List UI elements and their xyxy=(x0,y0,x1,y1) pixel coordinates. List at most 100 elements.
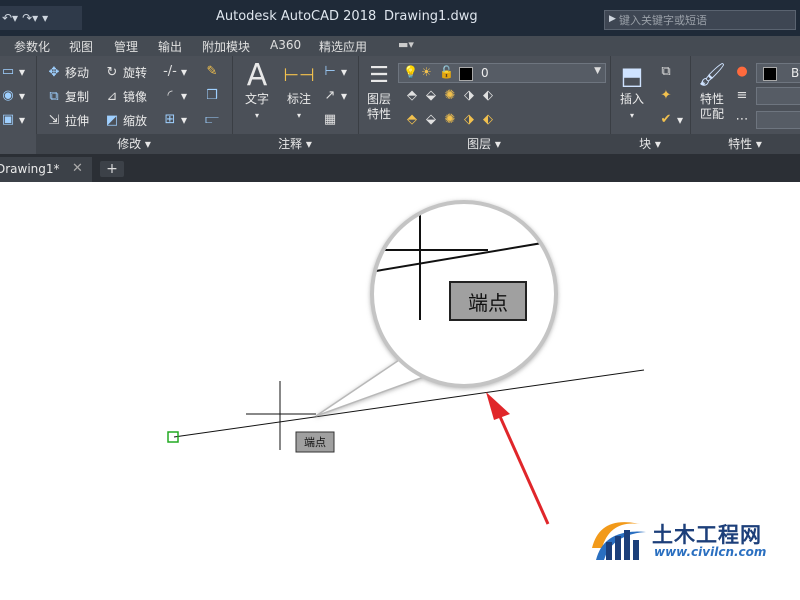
layer-unlock-icon: 🔓 xyxy=(439,65,454,79)
fillet-button[interactable]: ◜ ▾ xyxy=(162,88,187,104)
offset-button[interactable]: ⫍ xyxy=(204,112,220,128)
color-value: By xyxy=(791,66,800,80)
tab-addins[interactable]: 附加模块 xyxy=(202,38,250,55)
layer-stack-icon: ☰ xyxy=(369,63,389,88)
edit-block-button[interactable]: ✦ xyxy=(658,88,674,104)
trim-button[interactable]: -/- ▾ xyxy=(162,64,187,80)
watermark-url: www.civilcn.com xyxy=(654,545,767,559)
scale-button[interactable]: ◩ 缩放 xyxy=(104,112,147,129)
stretch-icon: ⇲ xyxy=(48,112,60,128)
lineweight-dropdown[interactable] xyxy=(756,87,800,105)
match-properties-icon: 🖌 xyxy=(698,63,726,88)
title-bar: ↶▾ ↷▾ ▾ Autodesk AutoCAD 2018 Drawing1.d… xyxy=(0,0,800,36)
undo-icon[interactable]: ↶▾ xyxy=(2,11,18,25)
tab-view[interactable]: 视图 xyxy=(69,38,93,55)
search-input[interactable] xyxy=(619,12,791,28)
block-attr-icon: ✔ xyxy=(660,112,672,127)
tab-featured-apps[interactable]: 精选应用 xyxy=(319,38,367,55)
leader-icon: ↗ xyxy=(324,88,336,103)
fillet-icon: ◜ xyxy=(167,88,173,103)
linear-dim-icon: ⊢ xyxy=(324,64,336,79)
document-tab[interactable]: Drawing1* ✕ xyxy=(0,157,92,182)
draw-panel-partial: ▭ ▾ ◉ ▾ ▣ ▾ xyxy=(0,56,37,154)
layer-tools-row-1[interactable]: ⬘ ⬙ ✺ ⬗ ⬖ xyxy=(404,88,496,104)
properties-panel-footer[interactable]: 特性 ▾ xyxy=(690,134,800,154)
document-tab-bar: Drawing1* ✕ + xyxy=(0,154,800,182)
quick-access-toolbar: ↶▾ ↷▾ ▾ xyxy=(0,6,82,30)
search-expand-icon[interactable]: ▶ xyxy=(609,14,616,24)
file-title: Drawing1.dwg xyxy=(384,9,478,24)
move-icon: ✥ xyxy=(48,64,60,80)
customize-qat-icon[interactable]: ▾ xyxy=(42,11,48,25)
array-button[interactable]: ⊞ ▾ xyxy=(162,112,187,128)
copy-button[interactable]: ⧉ 复制 xyxy=(46,88,89,105)
redo-icon[interactable]: ↷▾ xyxy=(22,11,38,25)
text-A-icon: A xyxy=(246,58,268,93)
edit-block-icon: ✦ xyxy=(660,88,672,103)
svg-text:端点: 端点 xyxy=(304,436,326,449)
text-button[interactable]: A 文字 ▾ xyxy=(240,60,274,123)
draw-tool-1-icon[interactable]: ▭ ▾ xyxy=(0,64,25,80)
leader-button[interactable]: ↗ ▾ xyxy=(322,88,347,104)
ribbon-tabs: 参数化 视图 管理 输出 附加模块 A360 精选应用 ▬▾ xyxy=(0,36,800,56)
trim-icon: -/- xyxy=(163,64,177,79)
chevron-down-icon: ▼ xyxy=(594,66,601,76)
erase-icon: ✎ xyxy=(206,64,218,79)
array-icon: ⊞ xyxy=(164,112,176,127)
layer-color-swatch xyxy=(459,67,473,81)
ribbon-minimize-icon[interactable]: ▬▾ xyxy=(398,38,414,51)
layer-tools-row-2[interactable]: ⬘ ⬙ ✺ ⬗ ⬖ xyxy=(404,112,496,128)
color-wheel-icon[interactable]: ● xyxy=(734,64,750,80)
linetype-icon[interactable]: ⋯ xyxy=(734,112,750,128)
table-icon: ▦ xyxy=(323,112,337,127)
layers-panel-footer[interactable]: 图层 ▾ xyxy=(358,134,610,154)
create-block-button[interactable]: ⧉ xyxy=(658,64,674,80)
layer-on-icon: 💡 xyxy=(403,65,418,79)
offset-icon: ⫍ xyxy=(205,112,219,127)
modify-panel: ✥ 移动 ↻ 旋转 ⧉ 复制 ⊿ 镜像 ⇲ 拉伸 ◩ 缩放 -/- ▾ ✎ ◜ ▾ ❒ ⊞ ▾ ⫍… xyxy=(36,56,233,154)
rotate-icon: ↻ xyxy=(106,64,118,80)
snap-tooltip: 端点 xyxy=(295,431,335,453)
color-dropdown[interactable]: By xyxy=(756,63,800,83)
match-properties-button[interactable]: 🖌 特性 匹配 xyxy=(694,60,730,122)
mirror-icon: ⊿ xyxy=(106,88,118,104)
erase-button[interactable]: ✎ xyxy=(204,64,220,80)
scale-icon: ◩ xyxy=(105,112,119,128)
annotation-panel-footer[interactable]: 注释 ▾ xyxy=(232,134,358,154)
table-button[interactable]: ▦ xyxy=(322,112,338,128)
document-tab-label: Drawing1* xyxy=(0,162,60,176)
create-block-icon: ⧉ xyxy=(661,64,671,79)
insert-block-icon: ⬒ xyxy=(620,62,644,90)
explode-icon: ❒ xyxy=(206,88,218,103)
new-tab-button[interactable]: + xyxy=(100,161,124,177)
tab-parametric[interactable]: 参数化 xyxy=(14,38,50,55)
layers-panel: ☰ 图层 特性 💡 ☀ 🔓 0 ▼ ⬘ ⬙ ✺ ⬗ ⬖ ⬘ ⬙ ✺ ⬗ ⬖ 图层 ▾ xyxy=(358,56,611,154)
block-attr-button[interactable]: ✔ ▾ xyxy=(658,112,683,128)
explode-button[interactable]: ❒ xyxy=(204,88,220,104)
layer-dropdown[interactable]: 💡 ☀ 🔓 0 ▼ xyxy=(398,63,606,83)
svg-text:端点: 端点 xyxy=(468,291,508,315)
draw-tool-3-icon[interactable]: ▣ ▾ xyxy=(0,112,25,128)
insert-button[interactable]: ⬒ 插入 ▾ xyxy=(614,60,650,123)
stretch-button[interactable]: ⇲ 拉伸 xyxy=(46,112,89,129)
close-icon[interactable]: ✕ xyxy=(72,161,83,176)
linetype-dropdown[interactable] xyxy=(756,111,800,129)
layer-properties-button[interactable]: ☰ 图层 特性 xyxy=(362,60,396,122)
move-button[interactable]: ✥ 移动 xyxy=(46,64,89,81)
lineweight-icon[interactable]: ≡ xyxy=(734,88,750,104)
red-arrow-icon xyxy=(486,392,550,525)
mirror-button[interactable]: ⊿ 镜像 xyxy=(104,88,147,105)
block-panel-footer[interactable]: 块 ▾ xyxy=(610,134,690,154)
layer-thaw-icon: ☀ xyxy=(421,65,432,79)
app-title: Autodesk AutoCAD 2018 xyxy=(216,9,377,24)
copy-icon: ⧉ xyxy=(49,88,59,104)
rotate-button[interactable]: ↻ 旋转 xyxy=(104,64,147,81)
tab-output[interactable]: 输出 xyxy=(158,38,182,55)
dimension-icon: ⊢⊣ xyxy=(283,65,315,86)
tab-manage[interactable]: 管理 xyxy=(114,38,138,55)
tab-a360[interactable]: A360 xyxy=(270,38,301,52)
draw-tool-2-icon[interactable]: ◉ ▾ xyxy=(0,88,25,104)
dimension-button[interactable]: ⊢⊣ 标注 ▾ xyxy=(282,60,316,123)
modify-panel-footer[interactable]: 修改 ▾ xyxy=(36,134,232,154)
linear-dim-button[interactable]: ⊢ ▾ xyxy=(322,64,347,80)
